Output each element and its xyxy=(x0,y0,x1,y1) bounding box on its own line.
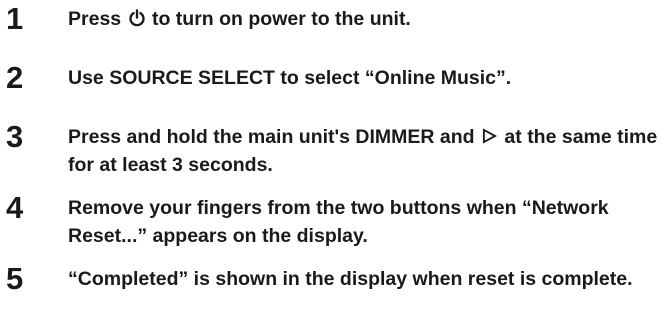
power-icon xyxy=(128,9,145,27)
step-text: Press and hold the main unit's DIMMER an… xyxy=(68,123,668,179)
instruction-steps: 1 Press to turn on power to the unit. 2 … xyxy=(0,0,670,335)
play-icon xyxy=(482,128,498,144)
step-text: Use SOURCE SELECT to select “Online Musi… xyxy=(68,67,512,89)
step-text-start: Press xyxy=(68,8,127,30)
step-text-start: Press and hold the main unit's DIMMER an… xyxy=(68,126,481,148)
step-number: 4 xyxy=(6,190,24,225)
step-text: Remove your fingers from the two buttons… xyxy=(68,197,609,247)
step-number: 5 xyxy=(6,261,24,296)
step-number: 2 xyxy=(6,60,24,95)
step-number: 1 xyxy=(6,1,24,36)
step-text-end: to turn on power to the unit. xyxy=(146,8,411,30)
step-text: “Completed” is shown in the display when… xyxy=(68,268,633,290)
step-number: 3 xyxy=(6,119,24,154)
step-text: Press to turn on power to the unit. xyxy=(68,5,668,33)
